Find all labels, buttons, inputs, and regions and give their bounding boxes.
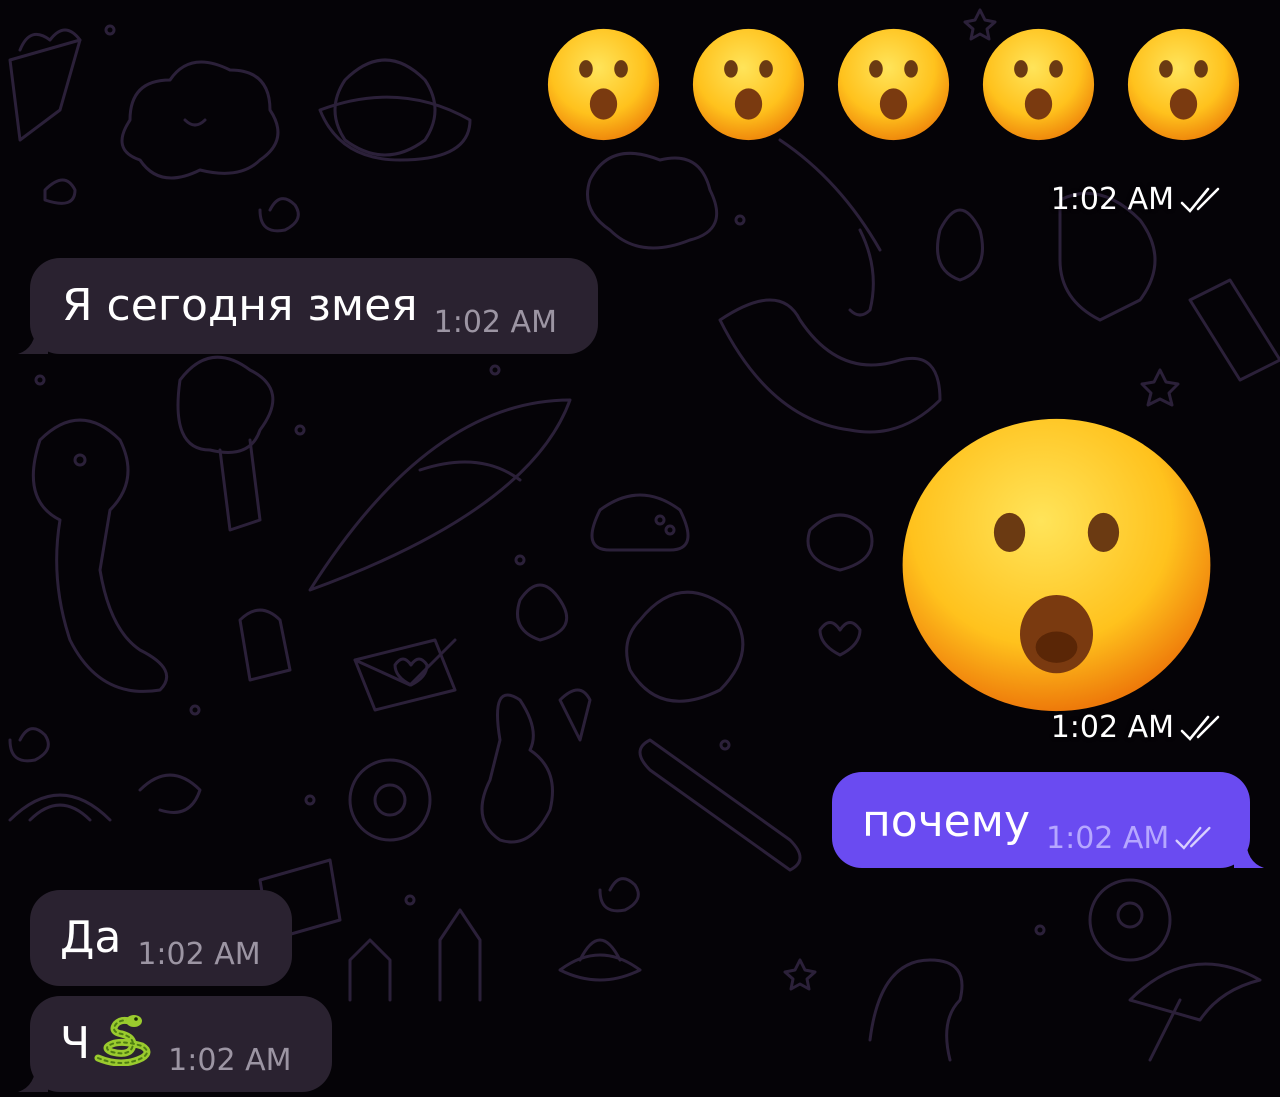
hushed-face-emoji-icon (692, 28, 805, 141)
snake-emoji-icon (94, 1015, 151, 1066)
message-time: 1:02 AM (1046, 821, 1170, 856)
hushed-face-emoji-icon[interactable] (900, 415, 1213, 715)
sticker-meta: 1:02 AM (1051, 710, 1222, 745)
bubble-tail (18, 324, 48, 354)
chat-view: 1:02 AM Я сегодня змея 1:02 AM 1:02 AM п… (0, 0, 1280, 1097)
message-text: Да (60, 912, 122, 963)
hushed-face-emoji-icon (837, 28, 950, 141)
message-time: 1:02 AM (1050, 182, 1174, 217)
hushed-face-emoji-icon (547, 28, 660, 141)
incoming-message[interactable]: Да 1:02 AM (30, 890, 292, 986)
message-text: Я сегодня змея (62, 280, 418, 331)
double-check-icon (1180, 187, 1220, 213)
outgoing-message[interactable]: почему 1:02 AM (832, 772, 1264, 868)
message-time: 1:02 AM (168, 1043, 292, 1078)
emoji-row-meta: 1:02 AM (1051, 182, 1222, 217)
message-text: почему (862, 796, 1030, 847)
hushed-face-emoji-icon (982, 28, 1095, 141)
message-time: 1:02 AM (1050, 710, 1174, 745)
message-time: 1:02 AM (433, 305, 557, 340)
emoji-message-row[interactable] (545, 26, 1242, 143)
bubble-tail (1234, 838, 1264, 868)
double-check-icon (1180, 715, 1220, 741)
incoming-message[interactable]: Я сегодня змея 1:02 AM (18, 258, 598, 354)
incoming-message[interactable]: Ч 1:02 AM (18, 996, 332, 1092)
hushed-face-emoji-icon (1127, 28, 1240, 141)
double-check-icon (1175, 826, 1211, 850)
message-text: Ч (60, 1018, 91, 1069)
message-time: 1:02 AM (137, 937, 261, 972)
bubble-tail (18, 1062, 48, 1092)
